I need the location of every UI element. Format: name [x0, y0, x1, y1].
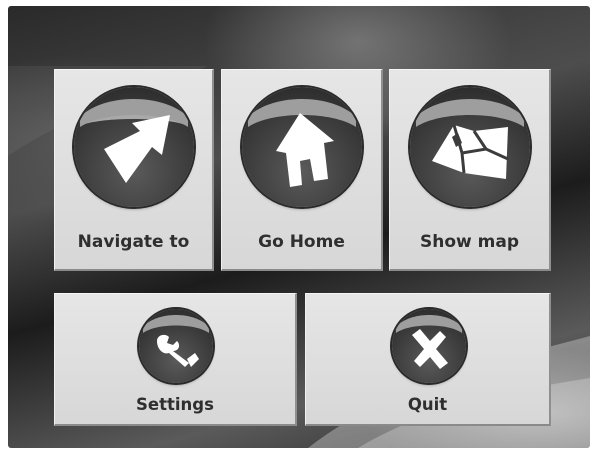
house-icon — [276, 113, 334, 187]
navigate-orb — [74, 87, 194, 207]
cross-icon — [412, 329, 448, 369]
quit-orb — [392, 309, 466, 383]
map-icon — [432, 124, 509, 179]
quit-label: Quit — [407, 395, 448, 414]
navigate-to-button[interactable]: Navigate to — [54, 69, 214, 271]
arrow-icon — [104, 115, 170, 183]
go-home-label: Go Home — [258, 232, 345, 252]
map-orb — [410, 87, 530, 207]
home-orb — [242, 87, 362, 207]
show-map-label: Show map — [419, 232, 519, 252]
settings-button[interactable]: Settings — [54, 293, 297, 426]
settings-orb — [139, 309, 213, 383]
show-map-button[interactable]: Show map — [389, 69, 551, 271]
navigate-to-label: Navigate to — [77, 232, 190, 252]
quit-button[interactable]: Quit — [305, 293, 551, 426]
device-screen: Navigate to Go Home Show map Settings Qu… — [8, 6, 590, 448]
settings-label: Settings — [136, 395, 214, 414]
wrench-icon — [157, 334, 199, 367]
go-home-button[interactable]: Go Home — [221, 69, 383, 271]
